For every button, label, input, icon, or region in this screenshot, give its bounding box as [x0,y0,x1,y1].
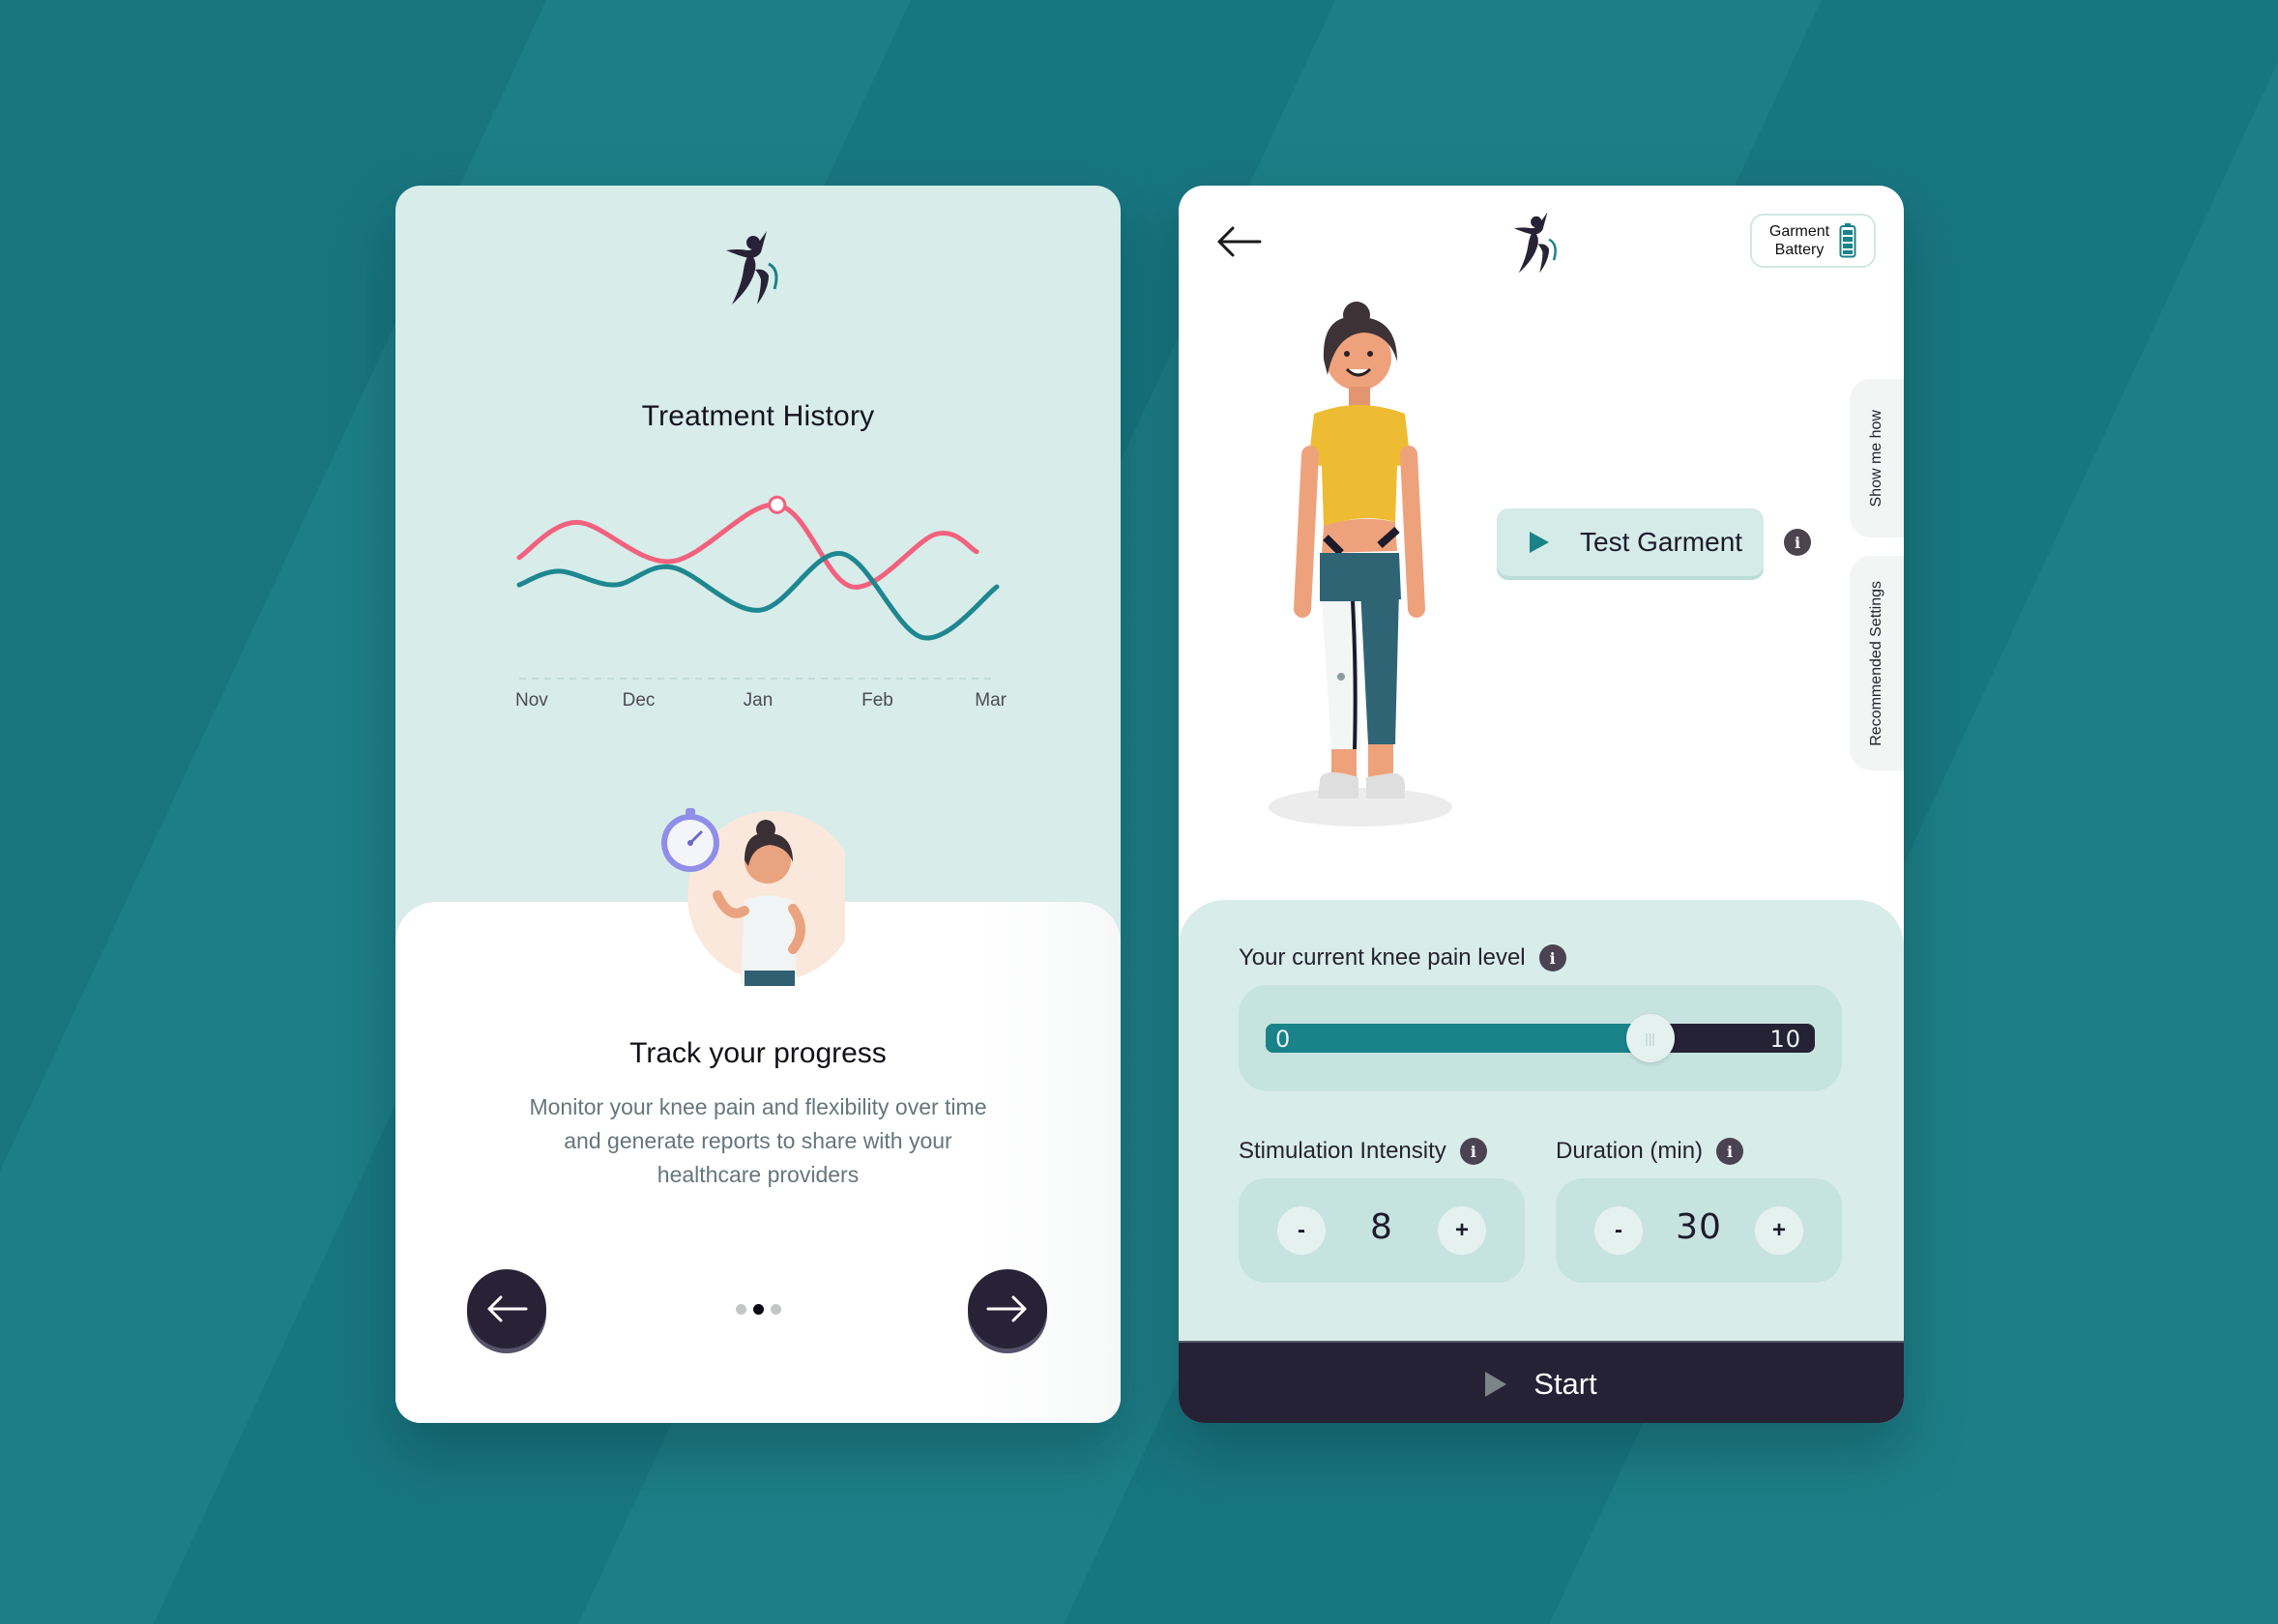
intensity-increment-button[interactable]: + [1438,1206,1486,1255]
treatment-settings-screen: Garment Battery Test Garment i Show me h… [1179,186,1904,1423]
onboarding-title: Track your progress [629,1037,887,1069]
play-icon [1530,532,1549,553]
arrow-right-icon [986,1295,1027,1322]
highlighted-data-point[interactable] [768,495,787,514]
x-tick-label: Nov [515,690,548,710]
duration-label: Duration (min) [1556,1138,1704,1164]
test-garment-label: Test Garment [1580,527,1743,557]
series-line-pink [516,502,979,590]
woman-with-stopwatch-illustration [661,808,845,986]
recommended-settings-label: Recommended Settings [1868,580,1884,746]
garment-battery-status[interactable]: Garment Battery [1750,214,1876,268]
show-me-how-label: Show me how [1868,409,1884,508]
back-button[interactable] [1215,222,1264,261]
slider-thumb[interactable]: ||| [1625,1014,1675,1062]
treatment-history-screen: Treatment History Nov Dec Jan Feb Mar Track … [395,186,1121,1423]
duration-value: 30 [1676,1207,1722,1247]
x-tick-label: Feb [862,690,893,710]
info-icon[interactable]: i [1459,1138,1487,1165]
stimulation-intensity-label: Stimulation Intensity [1239,1138,1446,1164]
series-line-teal [516,551,1000,641]
x-tick-label: Mar [975,690,1007,710]
duration-decrement-button[interactable]: - [1594,1206,1643,1255]
test-garment-button[interactable]: Test Garment [1497,508,1764,576]
info-icon[interactable]: i [1784,529,1811,556]
play-icon [1485,1371,1507,1397]
recommended-settings-tab[interactable]: Recommended Settings [1850,556,1904,770]
slider-max-label: 10 [1769,1026,1801,1053]
x-tick-label: Jan [744,690,774,710]
onboarding-description: Monitor your knee pain and flexibility o… [529,1094,987,1187]
show-me-how-tab[interactable]: Show me how [1850,379,1904,537]
page-dot[interactable] [735,1304,746,1315]
app-logo-icon [1513,212,1557,274]
pain-level-slider[interactable]: 0 10 ||| [1266,1014,1815,1062]
x-tick-label: Dec [623,690,656,710]
battery-full-icon [1839,223,1856,258]
battery-label-line1: Garment [1768,223,1830,240]
pain-level-slider-container: 0 10 ||| [1239,985,1842,1091]
intensity-stepper: - 8 + [1239,1178,1525,1283]
battery-label-line2: Battery [1774,242,1825,258]
settings-panel: Your current knee pain level i 0 10 ||| … [1179,900,1904,1345]
pain-level-label: Your current knee pain level [1239,944,1526,971]
start-label: Start [1533,1366,1597,1401]
woman-wearing-knee-garment-illustration [1269,302,1452,826]
slider-min-label: 0 [1275,1026,1292,1053]
treatment-history-chart: Nov Dec Jan Feb Mar [515,495,1008,710]
page-dot-active[interactable] [752,1304,764,1315]
duration-stepper: - 30 + [1556,1178,1842,1283]
page-dot[interactable] [770,1304,781,1315]
info-icon[interactable]: i [1716,1138,1744,1165]
next-button[interactable] [968,1269,1047,1348]
start-button[interactable]: Start [1179,1341,1904,1423]
slider-fill [1266,1024,1650,1053]
duration-increment-button[interactable]: + [1755,1206,1803,1255]
info-icon[interactable]: i [1538,944,1566,972]
intensity-value: 8 [1370,1207,1393,1247]
intensity-decrement-button[interactable]: - [1277,1206,1326,1255]
